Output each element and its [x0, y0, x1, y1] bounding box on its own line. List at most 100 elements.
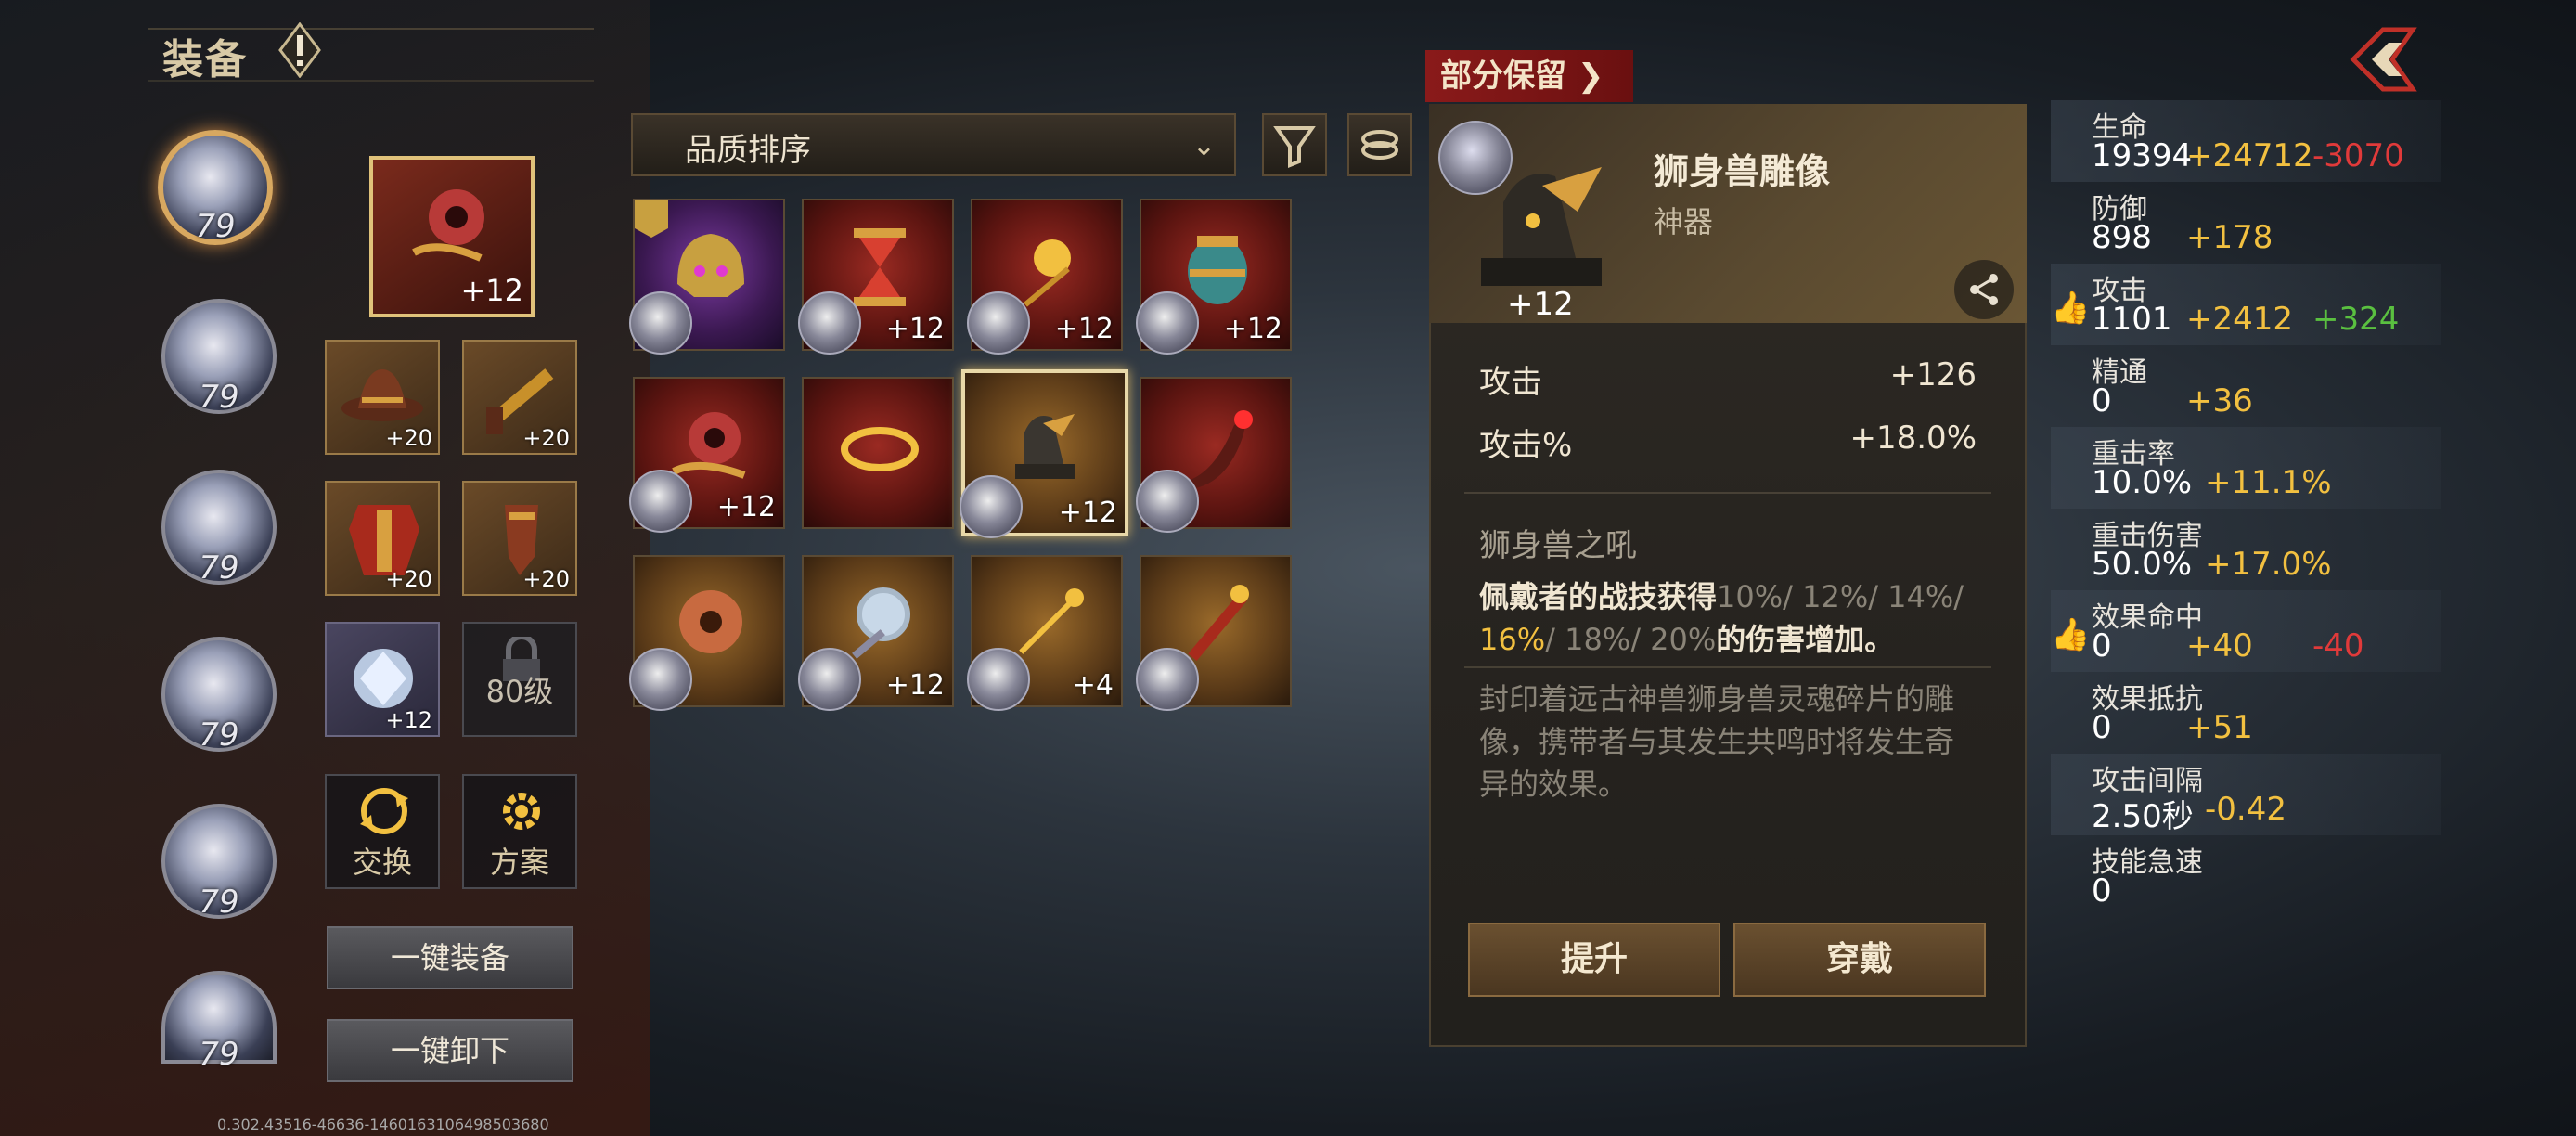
slot-plus-label: +12	[385, 707, 432, 733]
owner-avatar	[967, 648, 1030, 711]
inventory-item-ring[interactable]	[802, 377, 954, 529]
hero-avatar-4[interactable]: 79	[161, 637, 277, 754]
inventory-item-wand[interactable]: +4	[967, 555, 1123, 711]
inventory-item-staff[interactable]: +12	[967, 199, 1123, 355]
batch-button[interactable]	[1347, 113, 1412, 176]
chevron-down-icon: ⌄	[1191, 130, 1216, 162]
stat-row: 生命 19394 +24712 -3070	[2051, 100, 2441, 182]
stat-base: 1101	[2092, 301, 2172, 338]
stat-row: 效果抵抗 0 +51	[2051, 672, 2441, 754]
stat-base: 50.0%	[2092, 546, 2193, 583]
wear-button[interactable]: 穿戴	[1733, 923, 1986, 997]
share-button[interactable]	[1954, 260, 2014, 319]
inventory-item-mirror[interactable]: +12	[798, 555, 954, 711]
stat-row: 👍 攻击 1101 +2412 +324	[2051, 264, 2441, 345]
stat-base: 898	[2092, 219, 2152, 256]
equip-all-button[interactable]: 一键装备	[327, 926, 573, 989]
info-warning-icon[interactable]	[278, 22, 321, 78]
orb-artifact-icon	[412, 189, 484, 262]
stat-base: 0	[2092, 872, 2112, 910]
stat-bonus: +51	[2186, 709, 2253, 746]
inventory-item-sphinx-statue[interactable]: +12	[960, 369, 1128, 538]
equip-slot-armor[interactable]: +20	[325, 481, 440, 596]
inventory-item-scepter[interactable]	[1136, 555, 1292, 711]
equip-slot-weapon[interactable]: +20	[462, 340, 577, 455]
item-lore: 封印着远古神兽狮身兽灵魂碎片的雕像，携带者与其发生共鸣时将发生奇异的效果。	[1479, 681, 1955, 802]
passive-value: 18%	[1565, 622, 1631, 657]
passive-value: 20%	[1650, 622, 1717, 657]
plan-label: 方案	[489, 845, 549, 880]
equip-slot-hat[interactable]: +20	[325, 340, 440, 455]
item-plus-label: +12	[1223, 313, 1282, 345]
slot-plus-label: +20	[385, 566, 432, 592]
stat-row: 重击率 10.0% +11.1%	[2051, 427, 2441, 509]
sphinx-statue-icon	[1015, 414, 1075, 479]
unequip-all-button[interactable]: 一键卸下	[327, 1019, 573, 1082]
sort-dropdown[interactable]: 品质排序 ⌄	[631, 113, 1236, 176]
stat-delta: -40	[2312, 627, 2364, 665]
hero-avatar-3[interactable]: 79	[161, 470, 277, 587]
upgrade-button[interactable]: 提升	[1468, 923, 1720, 997]
slot-plus-label: +20	[385, 425, 432, 451]
hat-icon	[341, 369, 423, 421]
stat-bonus: +2412	[2186, 301, 2294, 338]
item-type: 神器	[1654, 204, 1714, 239]
inventory-item-horn[interactable]	[1136, 377, 1292, 533]
swap-label: 交换	[352, 845, 412, 880]
item-plus-label: +12	[885, 669, 945, 702]
filter-icon	[1273, 126, 1316, 168]
item-plus-label: +12	[716, 491, 776, 523]
stat-row: 重击伤害 50.0% +17.0%	[2051, 509, 2441, 590]
sort-label: 品质排序	[685, 132, 811, 169]
sphinx-statue-icon	[1481, 167, 1602, 286]
stat-base: 10.0%	[2092, 464, 2193, 501]
owner-avatar	[629, 470, 692, 533]
thumbs-up-icon: 👍	[2051, 616, 2091, 653]
inventory-item-eye[interactable]	[629, 555, 785, 711]
equip-slot-gem[interactable]: +12	[325, 622, 440, 737]
gold-ring-icon	[841, 427, 919, 471]
hero-level: 79	[199, 379, 239, 416]
page-title: 装备	[162, 36, 248, 84]
inventory-item-urn[interactable]: +12	[1136, 199, 1292, 355]
item-stat-row: 攻击% +18.0%	[1479, 420, 1977, 465]
thumbs-up-icon: 👍	[2051, 290, 2091, 327]
stat-base: 0	[2092, 627, 2112, 665]
gear-icon	[503, 793, 540, 830]
back-icon[interactable]	[2344, 20, 2422, 98]
artifact-plus-label: +12	[460, 273, 523, 308]
stat-bonus: -0.42	[2205, 791, 2286, 828]
locked-slot: 80级	[462, 622, 577, 737]
stat-bonus: +24712	[2186, 137, 2313, 174]
artifact-slot[interactable]: +12	[369, 156, 535, 317]
owner-avatar	[1136, 291, 1199, 355]
item-plus-label: +12	[1054, 313, 1114, 345]
slot-plus-label: +20	[522, 566, 570, 592]
plan-button[interactable]: 方案	[462, 774, 577, 889]
inventory-item-hourglass[interactable]: +12	[798, 199, 954, 355]
stat-delta: +324	[2312, 301, 2400, 338]
partial-keep-tag[interactable]: 部分保留 ❯	[1425, 50, 1633, 102]
stat-bonus: +36	[2186, 382, 2253, 420]
swap-button[interactable]: 交换	[325, 774, 440, 889]
stat-row: 防御 898 +178	[2051, 182, 2441, 264]
share-icon	[1970, 274, 1998, 305]
item-plus-label: +12	[885, 313, 945, 345]
item-detail-header: +12	[1429, 104, 2027, 323]
stat-value: +126	[1889, 356, 1977, 394]
stat-row: 技能急速 0	[2051, 835, 2441, 917]
item-stat-row: 攻击 +126	[1479, 356, 1977, 402]
stat-bonus: +40	[2186, 627, 2253, 665]
owner-avatar	[629, 648, 692, 711]
hero-avatar-2[interactable]: 79	[161, 299, 277, 416]
filter-button[interactable]	[1262, 113, 1327, 176]
hero-avatar-5[interactable]: 79	[161, 804, 277, 921]
hero-level: 79	[195, 208, 236, 245]
locked-slot-level: 80级	[485, 674, 554, 709]
equip-slot-gloves[interactable]: +20	[462, 481, 577, 596]
inventory-item-helmet[interactable]	[629, 199, 785, 355]
inventory-item-orb[interactable]: +12	[629, 377, 785, 533]
hero-avatar-1[interactable]: 79	[158, 130, 273, 245]
passive-value: 10%	[1717, 579, 1784, 614]
stat-bonus: +11.1%	[2205, 464, 2332, 501]
